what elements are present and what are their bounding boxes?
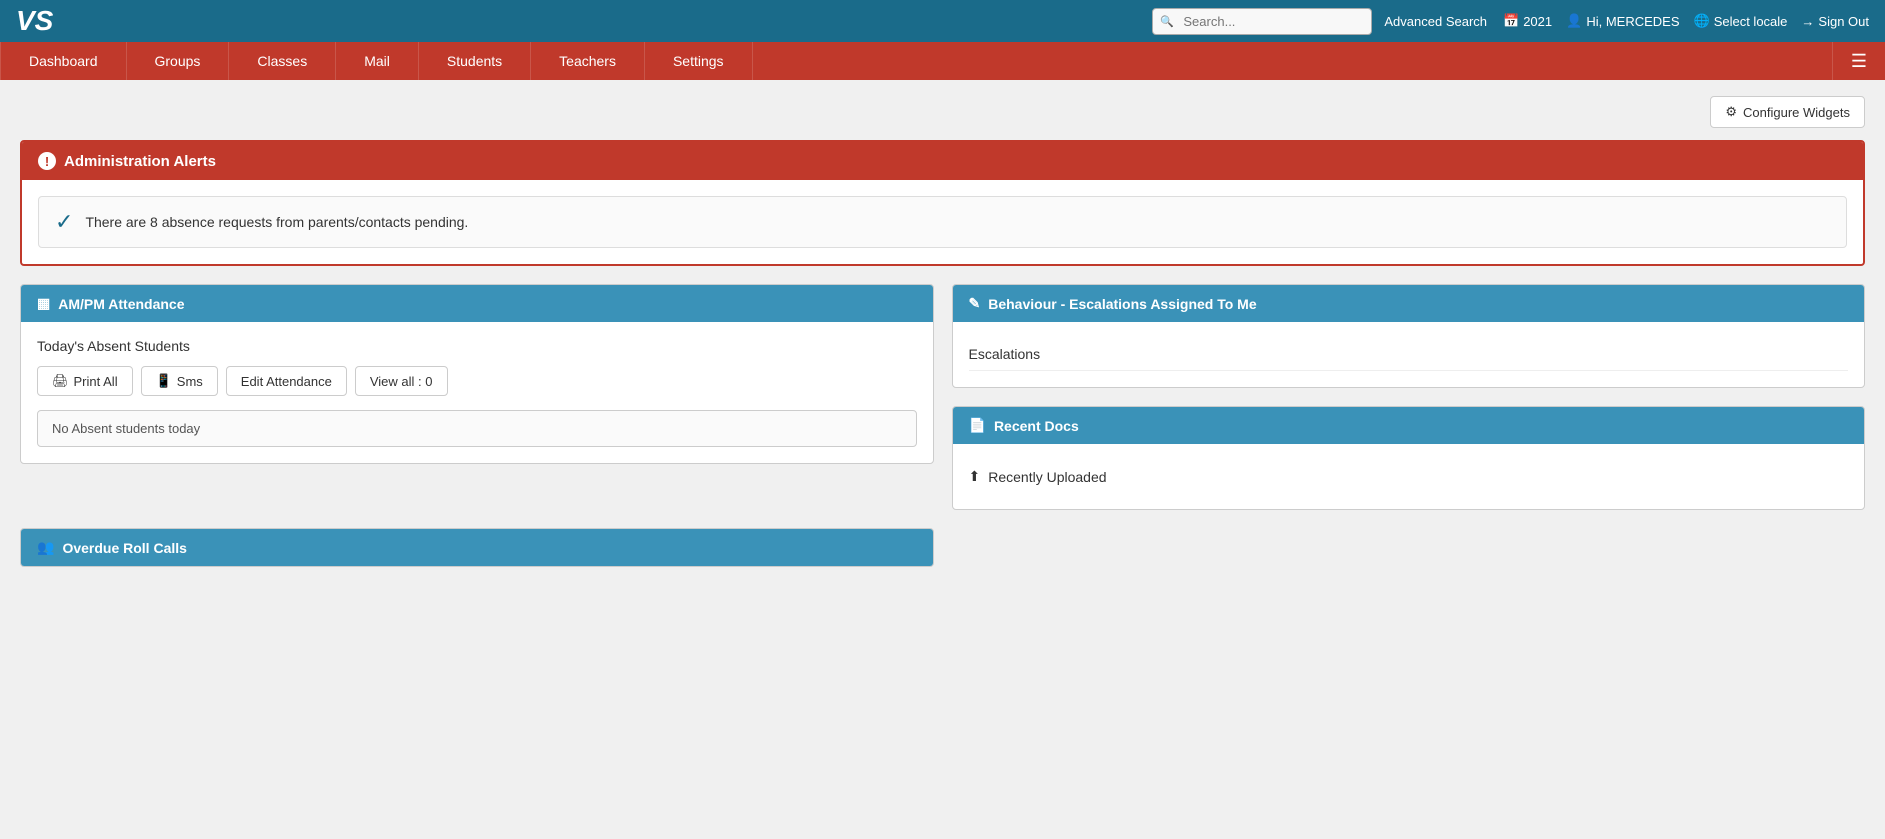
nav-settings[interactable]: Settings [645,42,753,80]
select-locale-button[interactable]: Select locale [1694,13,1788,29]
doc-icon [969,417,986,434]
search-icon [1160,14,1174,28]
signout-icon [1801,14,1814,29]
nav-groups[interactable]: Groups [127,42,230,80]
recent-docs-body: Recently Uploaded [953,444,1865,509]
admin-alerts-widget: Administration Alerts ✓ There are 8 abse… [20,140,1865,266]
check-circle-icon: ✓ [55,209,73,235]
alert-item: ✓ There are 8 absence requests from pare… [38,196,1847,248]
overdue-widget: Overdue Roll Calls [20,528,934,567]
configure-widgets-bar: Configure Widgets [20,96,1865,128]
no-absent-box: No Absent students today [37,410,917,447]
sign-out-button[interactable]: Sign Out [1801,14,1869,29]
page-content: Configure Widgets Administration Alerts … [0,80,1885,583]
calendar-sm-icon [37,295,50,312]
attendance-widget-container: AM/PM Attendance Today's Absent Students… [20,284,934,510]
print-icon [52,373,69,389]
widget-row-1: AM/PM Attendance Today's Absent Students… [20,284,1865,510]
exclamation-icon [38,152,56,170]
phone-icon [156,373,172,389]
nav-bar: Dashboard Groups Classes Mail Students T… [0,42,1885,80]
users-icon [37,539,54,556]
attendance-widget-body: Today's Absent Students Print All Sms Ed… [21,322,933,463]
escalations-label: Escalations [969,338,1849,371]
overdue-widget-header: Overdue Roll Calls [21,529,933,566]
header-right: 2021 Hi, MERCEDES Select locale Sign Out [1503,13,1869,29]
recent-docs-widget: Recent Docs Recently Uploaded [952,406,1866,510]
nav-students[interactable]: Students [419,42,531,80]
alert-text: There are 8 absence requests from parent… [85,214,468,230]
pencil-icon [969,295,981,312]
hamburger-menu[interactable]: ☰ [1832,42,1885,80]
configure-widgets-button[interactable]: Configure Widgets [1710,96,1865,128]
calendar-icon [1503,13,1519,29]
nav-classes[interactable]: Classes [229,42,336,80]
attendance-widget: AM/PM Attendance Today's Absent Students… [20,284,934,464]
edit-attendance-button[interactable]: Edit Attendance [226,366,347,396]
upload-icon [969,468,981,485]
admin-alerts-header: Administration Alerts [22,142,1863,180]
attendance-widget-header: AM/PM Attendance [21,285,933,322]
view-all-button[interactable]: View all : 0 [355,366,448,396]
advanced-search-link[interactable]: Advanced Search [1384,14,1487,29]
header-top: VS Advanced Search 2021 Hi, MERCEDES Sel… [0,0,1885,42]
behaviour-widget-body: Escalations [953,322,1865,387]
behaviour-widget-header: Behaviour - Escalations Assigned To Me [953,285,1865,322]
logo: VS [16,5,53,37]
admin-alerts-body: ✓ There are 8 absence requests from pare… [22,180,1863,264]
today-absent-label: Today's Absent Students [37,338,917,354]
user-icon [1566,13,1582,29]
nav-mail[interactable]: Mail [336,42,419,80]
sms-button[interactable]: Sms [141,366,218,396]
recent-docs-header: Recent Docs [953,407,1865,444]
globe-icon [1694,13,1710,29]
behaviour-widget: Behaviour - Escalations Assigned To Me E… [952,284,1866,388]
nav-teachers[interactable]: Teachers [531,42,645,80]
print-all-button[interactable]: Print All [37,366,133,396]
nav-dashboard[interactable]: Dashboard [0,42,127,80]
attendance-buttons: Print All Sms Edit Attendance View all :… [37,366,917,396]
recently-uploaded: Recently Uploaded [969,460,1849,493]
user-info[interactable]: Hi, MERCEDES [1566,13,1679,29]
right-column: Behaviour - Escalations Assigned To Me E… [952,284,1866,510]
gear-icon [1725,104,1737,120]
year-button[interactable]: 2021 [1503,13,1552,29]
overdue-widget-container: Overdue Roll Calls [20,528,934,567]
search-input[interactable] [1152,8,1372,35]
search-input-wrap [1152,8,1372,35]
search-area: Advanced Search [1152,8,1487,35]
